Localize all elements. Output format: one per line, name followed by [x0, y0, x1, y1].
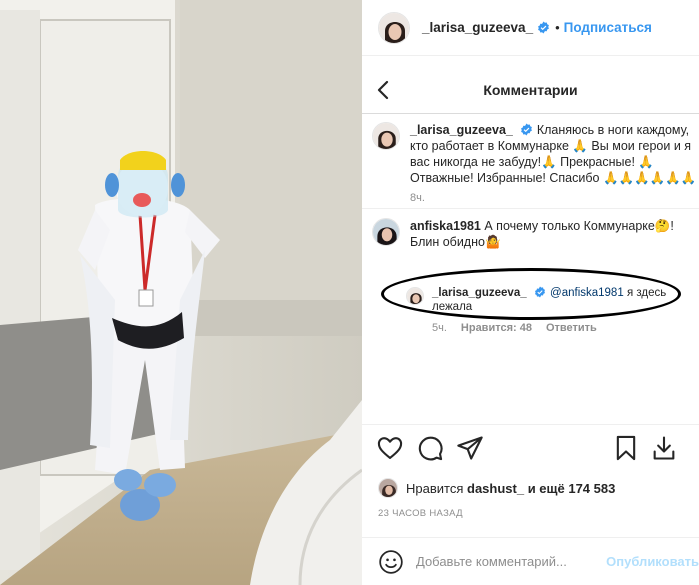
reply-likes-count[interactable]: Нравится: 48: [461, 322, 532, 334]
commenter-avatar[interactable]: [372, 218, 400, 246]
post-timestamp[interactable]: 23 ЧАСОВ НАЗАД: [378, 508, 463, 519]
reply-meta: 5ч. Нравится: 48 Ответить: [432, 322, 597, 334]
likes-prefix: Нравится: [406, 480, 464, 496]
download-icon[interactable]: [650, 434, 678, 462]
liker-avatar[interactable]: [378, 478, 398, 498]
chevron-left-icon[interactable]: [372, 78, 396, 102]
comment-item: anfiska1981 А почему только Коммунарке🤔!…: [372, 218, 692, 250]
separator-dot: •: [555, 20, 560, 35]
actions-divider: [362, 424, 699, 425]
caption-age: 8ч.: [410, 192, 425, 204]
reply-username[interactable]: _larisa_guzeeva_: [432, 287, 527, 299]
reply-button[interactable]: Ответить: [546, 322, 597, 334]
reply-avatar[interactable]: [406, 287, 424, 305]
comments-title: Комментарии: [483, 81, 578, 98]
post-caption: _larisa_guzeeva_ Кланяюсь в ноги каждому…: [372, 122, 696, 204]
add-comment-bar: Опубликовать: [362, 537, 699, 585]
comment-text: anfiska1981 А почему только Коммунарке🤔!…: [410, 218, 692, 250]
paper-plane-icon[interactable]: [456, 434, 484, 462]
comment-bubble-icon[interactable]: [416, 434, 444, 462]
caption-username[interactable]: _larisa_guzeeva_: [410, 123, 513, 137]
reply-age: 5ч.: [432, 322, 447, 334]
reply-item: _larisa_guzeeva_ @anfiska1981 я здесь ле…: [406, 286, 686, 314]
reply-text: _larisa_guzeeva_ @anfiska1981 я здесь ле…: [432, 286, 682, 314]
likes-summary: Нравится dashust_ и ещё 174 583: [378, 478, 615, 498]
likes-count[interactable]: и ещё 174 583: [528, 481, 616, 496]
publish-button[interactable]: Опубликовать: [606, 554, 699, 569]
verified-badge-icon: [520, 123, 533, 136]
verified-badge-icon: [537, 21, 550, 34]
caption-text: _larisa_guzeeva_ Кланяюсь в ноги каждому…: [410, 122, 699, 186]
bookmark-icon[interactable]: [612, 434, 640, 462]
comment-input[interactable]: [416, 554, 603, 569]
smiley-icon[interactable]: [378, 549, 404, 575]
post-photo: [0, 0, 362, 585]
post-panel: _larisa_guzeeva_ • Подписаться Комментар…: [362, 0, 699, 585]
verified-badge-icon: [534, 286, 547, 299]
heart-icon[interactable]: [376, 434, 404, 462]
post-actions: [362, 430, 699, 466]
author-avatar[interactable]: [378, 11, 410, 44]
comments-header: Комментарии: [362, 66, 699, 114]
post-header: _larisa_guzeeva_ • Подписаться: [362, 0, 699, 56]
reply-mention[interactable]: @anfiska1981: [550, 287, 624, 299]
caption-divider: [362, 208, 699, 209]
caption-avatar[interactable]: [372, 122, 400, 150]
comment-username[interactable]: anfiska1981: [410, 219, 481, 233]
author-username[interactable]: _larisa_guzeeva_: [422, 20, 533, 35]
follow-button[interactable]: Подписаться: [564, 20, 652, 35]
liker-username[interactable]: dashust_: [467, 481, 524, 496]
